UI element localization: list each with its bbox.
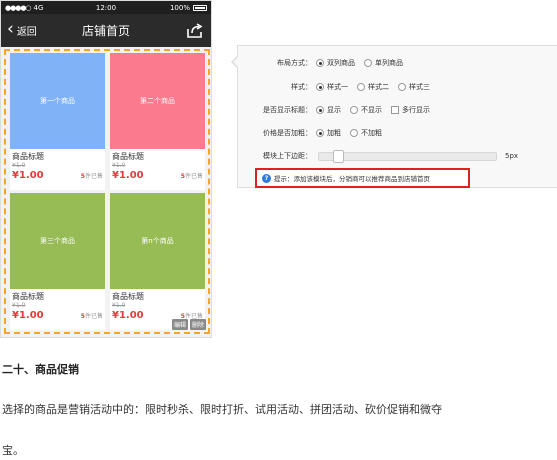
- margin-label: 模块上下边距：: [263, 152, 312, 160]
- layout-row: 布局方式： 双列商品 单列商品: [238, 58, 412, 68]
- chevron-left-icon: ‹: [7, 19, 14, 39]
- original-price: ¥1.0: [112, 302, 126, 309]
- product-image: 第一个商品: [10, 53, 105, 149]
- product-price: ¥1.00: [12, 310, 44, 321]
- option-label: 样式三: [409, 83, 430, 91]
- bold-price-option-bold[interactable]: 加粗: [316, 128, 341, 138]
- module-actions: 编辑 删除: [171, 319, 206, 330]
- product-price: ¥1.00: [12, 170, 44, 181]
- bold-price-option-normal[interactable]: 不加粗: [350, 128, 382, 138]
- product-image-label: 第三个商品: [40, 237, 75, 245]
- product-image: 第n个商品: [110, 193, 205, 289]
- show-title-label: 是否显示标题：: [263, 106, 312, 114]
- sold-count: 5件已售: [180, 173, 203, 180]
- radio-icon: [316, 83, 324, 91]
- bold-price-label: 价格是否加粗：: [263, 129, 312, 137]
- product-card[interactable]: 第三个商品商品标题 ¥1.0 ¥1.00 5件已售: [10, 193, 105, 330]
- style-option-1[interactable]: 样式一: [316, 82, 348, 92]
- product-price: ¥1.00: [112, 310, 144, 321]
- back-label: 返回: [16, 27, 37, 38]
- product-image: 第二个商品: [110, 53, 205, 149]
- product-price: ¥1.00: [112, 170, 144, 181]
- margin-row: 模块上下边距： 5px: [238, 149, 519, 163]
- radio-icon: [316, 106, 324, 114]
- settings-panel: 布局方式： 双列商品 单列商品 样式： 样式一 样式二 样式三 是否显示标题： …: [237, 45, 557, 188]
- section-heading: 二十、商品促销: [2, 363, 79, 376]
- option-label: 加粗: [327, 129, 341, 137]
- phone-preview: ●●●●○ 4G 12:00 100% ‹ 返回 店铺首页 第一个商品 商品标题 ¥…: [0, 0, 212, 338]
- show-title-option-hide[interactable]: 不显示: [350, 105, 382, 115]
- option-label: 样式二: [368, 83, 389, 91]
- original-price: ¥1.0: [12, 302, 26, 309]
- option-label: 多行显示: [402, 106, 430, 114]
- option-label: 双列商品: [327, 59, 355, 67]
- product-image-label: 第一个商品: [40, 97, 75, 105]
- radio-icon: [357, 83, 365, 91]
- radio-icon: [350, 129, 358, 137]
- signal-icon: ●●●●○: [5, 3, 32, 12]
- style-option-3[interactable]: 样式三: [398, 82, 430, 92]
- option-label: 不加粗: [361, 129, 382, 137]
- style-option-2[interactable]: 样式二: [357, 82, 389, 92]
- sold-count: 5件已售: [80, 173, 103, 180]
- tip-box: ? 提示：添加该模块后，分销商可以推荐商品到店铺首页: [255, 168, 470, 188]
- margin-value: 5px: [505, 152, 519, 160]
- layout-label: 布局方式：: [277, 59, 312, 67]
- product-title: 商品标题: [112, 152, 144, 161]
- layout-option-double[interactable]: 双列商品: [316, 58, 355, 68]
- product-title: 商品标题: [112, 292, 144, 301]
- radio-icon: [316, 129, 324, 137]
- radio-icon: [350, 106, 358, 114]
- original-price: ¥1.0: [12, 162, 26, 169]
- layout-option-single[interactable]: 单列商品: [364, 58, 403, 68]
- product-module[interactable]: 第一个商品 商品标题 ¥1.0 ¥1.00 5件已售 第二个商品 商品标题 ¥1.0 ¥1.00…: [4, 49, 210, 334]
- edit-button[interactable]: 编辑: [171, 319, 188, 330]
- nav-bar: ‹ 返回 店铺首页: [1, 14, 211, 47]
- original-price: ¥1.0: [112, 162, 126, 169]
- price-row: ¥1.00 5件已售: [110, 170, 205, 181]
- section-paragraph-line1: 选择的商品是营销活动中的：限时秒杀、限时打折、试用活动、拼团活动、砍价促销和微夺: [2, 403, 442, 416]
- price-row: ¥1.00 5件已售: [10, 170, 105, 181]
- price-row: ¥1.00 5件已售: [10, 310, 105, 321]
- battery-icon: [192, 4, 207, 11]
- status-bar: ●●●●○ 4G 12:00 100%: [1, 1, 211, 14]
- delete-button[interactable]: 删除: [189, 319, 206, 330]
- product-image: 第三个商品: [10, 193, 105, 289]
- product-card[interactable]: 第一个商品商品标题 ¥1.0 ¥1.00 5件已售: [10, 53, 105, 190]
- slider-handle[interactable]: [333, 149, 344, 163]
- show-title-row: 是否显示标题： 显示 不显示 多行显示: [238, 105, 439, 115]
- back-button[interactable]: ‹ 返回: [7, 14, 37, 47]
- status-time: 12:00: [95, 3, 117, 12]
- product-card[interactable]: 第n个商品 商品标题 ¥1.0 ¥1.00 5件已售: [110, 193, 205, 330]
- product-image-label: 第n个商品: [141, 237, 174, 245]
- tip-text: 提示：添加该模块后，分销商可以推荐商品到店铺首页: [274, 175, 430, 183]
- section-paragraph-line2: 宝。: [2, 444, 24, 457]
- product-card[interactable]: 第二个商品商品标题 ¥1.0 ¥1.00 5件已售: [110, 53, 205, 190]
- bold-price-row: 价格是否加粗： 加粗 不加粗: [238, 128, 391, 138]
- checkbox-icon: [391, 106, 399, 114]
- sold-count: 5件已售: [80, 313, 103, 320]
- product-image-label: 第二个商品: [140, 97, 175, 105]
- battery-percent: 100%: [169, 3, 190, 12]
- show-title-option-show[interactable]: 显示: [316, 105, 341, 115]
- style-label: 样式：: [291, 83, 312, 91]
- product-grid: 第一个商品 商品标题 ¥1.0 ¥1.00 5件已售 第二个商品 商品标题 ¥1.0 ¥1.00…: [10, 53, 205, 330]
- radio-icon: [316, 59, 324, 67]
- multiline-checkbox[interactable]: 多行显示: [391, 105, 430, 115]
- product-title: 商品标题: [12, 152, 44, 161]
- radio-icon: [364, 59, 372, 67]
- share-icon[interactable]: [187, 23, 203, 38]
- option-label: 单列商品: [375, 59, 403, 67]
- margin-slider[interactable]: [318, 149, 497, 163]
- option-label: 不显示: [361, 106, 382, 114]
- style-row: 样式： 样式一 样式二 样式三: [238, 82, 439, 92]
- radio-icon: [398, 83, 406, 91]
- carrier: 4G: [33, 3, 44, 12]
- option-label: 样式一: [327, 83, 348, 91]
- option-label: 显示: [327, 106, 341, 114]
- product-title: 商品标题: [12, 292, 44, 301]
- question-icon: ?: [262, 173, 271, 183]
